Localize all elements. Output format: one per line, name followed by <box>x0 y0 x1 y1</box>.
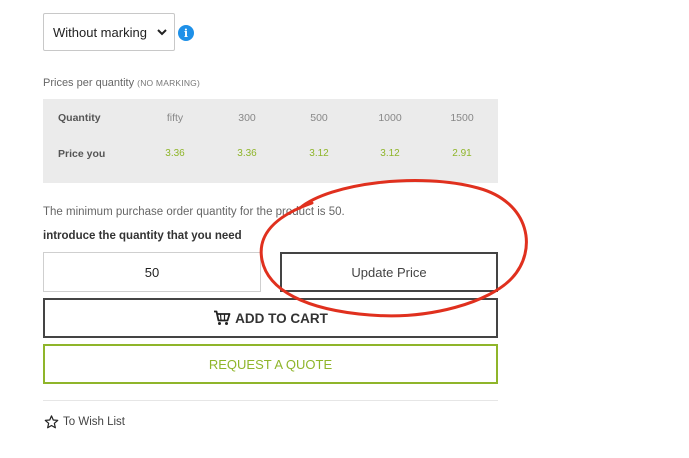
price-cell: 2.91 <box>452 148 472 159</box>
add-to-cart-button[interactable]: ADD TO CART <box>43 298 498 338</box>
minimum-order-text: The minimum purchase order quantity for … <box>43 206 345 218</box>
quantity-cell: 1500 <box>450 112 474 124</box>
marking-select-value: Without marking <box>53 24 147 40</box>
wishlist-link[interactable]: To Wish List <box>44 415 125 429</box>
chevron-down-icon <box>157 29 167 36</box>
cart-icon <box>214 310 231 325</box>
quantity-cell: 300 <box>238 112 256 124</box>
quantity-input[interactable] <box>43 252 261 292</box>
annotation-ellipse <box>259 179 528 318</box>
request-quote-label: REQUEST A QUOTE <box>208 356 333 372</box>
price-cell: 3.36 <box>237 148 257 159</box>
quantity-cell: 1000 <box>378 112 402 124</box>
prices-caption-note: (NO MARKING) <box>137 78 201 88</box>
prices-caption-text: Prices per quantity <box>43 77 135 89</box>
wishlist-label: To Wish List <box>63 416 125 428</box>
info-icon[interactable]: i <box>178 25 194 41</box>
quantity-header: Quantity <box>58 112 101 124</box>
price-header: Price you <box>58 148 106 160</box>
request-quote-button[interactable]: REQUEST A QUOTE <box>43 344 498 384</box>
star-outline-icon <box>44 415 59 429</box>
price-cell: 3.12 <box>309 148 329 159</box>
divider <box>43 400 498 401</box>
price-cell: 3.12 <box>380 148 400 159</box>
price-cell: 3.36 <box>165 148 185 159</box>
quantity-prompt: introduce the quantity that you need <box>43 230 242 242</box>
update-price-label: Update Price <box>351 264 427 280</box>
update-price-button[interactable]: Update Price <box>280 252 498 292</box>
price-table: Quantity fifty 300 500 1000 1500 Price y… <box>43 99 498 183</box>
price-row: Price you 3.36 3.36 3.12 3.12 2.91 <box>43 144 498 164</box>
quantity-cell: 500 <box>310 112 328 124</box>
add-to-cart-label: ADD TO CART <box>235 310 328 326</box>
prices-caption: Prices per quantity (NO MARKING) <box>43 77 200 89</box>
marking-select[interactable]: Without marking <box>43 13 175 51</box>
quantity-row: Quantity fifty 300 500 1000 1500 <box>43 108 498 128</box>
quantity-cell: fifty <box>166 112 184 124</box>
